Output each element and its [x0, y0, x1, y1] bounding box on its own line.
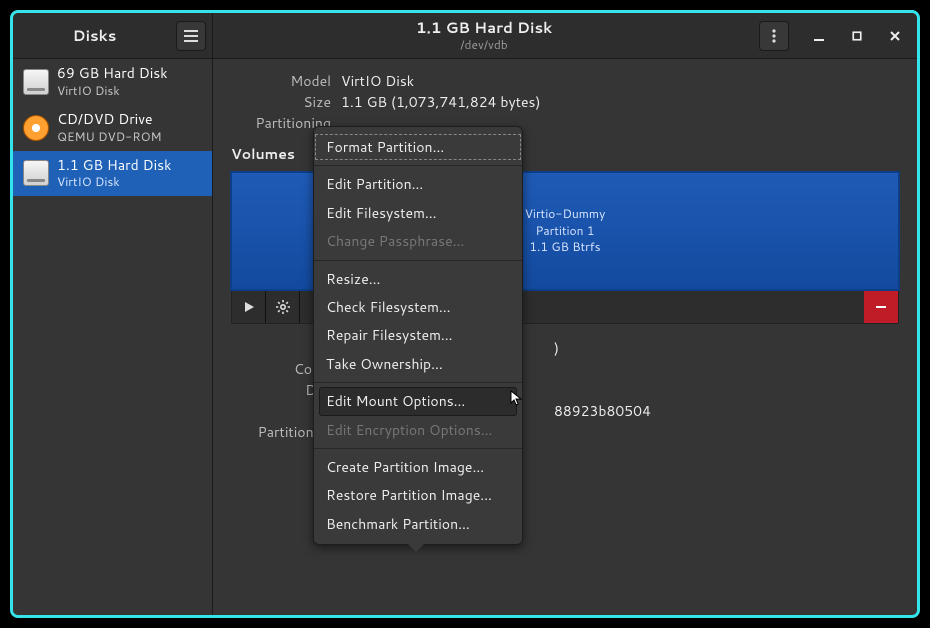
device-name: 69 GB Hard Disk	[57, 65, 168, 82]
menu-separator	[314, 165, 522, 166]
size-label: Size	[231, 92, 331, 113]
minimize-icon	[813, 30, 825, 42]
menu-edit-encryption-options: Edit Encryption Options…	[314, 416, 522, 444]
sidebar-item-cd[interactable]: CD/DVD Drive QEMU DVD-ROM	[13, 105, 212, 151]
maximize-icon	[852, 31, 862, 41]
menu-benchmark-partition[interactable]: Benchmark Partition…	[314, 510, 522, 538]
gear-icon	[276, 300, 290, 314]
device-name: 1.1 GB Hard Disk	[57, 157, 171, 174]
menu-restore-partition-image[interactable]: Restore Partition Image…	[314, 481, 522, 509]
menu-edit-filesystem[interactable]: Edit Filesystem…	[314, 199, 522, 227]
cd-icon	[23, 115, 49, 141]
device-sub: VirtIO Disk	[57, 82, 168, 99]
volume-options-menu: Format Partition… Edit Partition… Edit F…	[313, 126, 523, 545]
disk-properties: Model VirtIO Disk Size 1.1 GB (1,073,741…	[231, 71, 899, 134]
menu-separator	[314, 382, 522, 383]
window: Disks 1.1 GB Hard Disk /dev/vdb	[10, 10, 920, 618]
minus-icon	[875, 301, 887, 313]
delete-partition-button[interactable]	[864, 290, 898, 323]
hard-disk-icon	[23, 160, 49, 186]
window-maximize-button[interactable]	[843, 22, 871, 50]
header-title: 1.1 GB Hard Disk	[213, 18, 755, 38]
device-sub: VirtIO Disk	[57, 173, 171, 190]
volume-options-button[interactable]	[266, 290, 300, 323]
drive-options-button[interactable]	[759, 21, 789, 51]
menu-check-filesystem[interactable]: Check Filesystem…	[314, 293, 522, 321]
menu-create-partition-image[interactable]: Create Partition Image…	[314, 453, 522, 481]
app-title: Disks	[13, 25, 176, 46]
hamburger-menu-button[interactable]	[176, 21, 206, 51]
sidebar-item-disk-1[interactable]: 1.1 GB Hard Disk VirtIO Disk	[13, 151, 212, 197]
hamburger-icon	[184, 30, 198, 42]
menu-take-ownership[interactable]: Take Ownership…	[314, 350, 522, 378]
titlebar-right	[755, 21, 917, 51]
menu-separator	[314, 448, 522, 449]
device-sidebar: 69 GB Hard Disk VirtIO Disk CD/DVD Drive…	[13, 59, 213, 615]
window-close-button[interactable]	[881, 22, 909, 50]
close-icon	[889, 30, 901, 42]
menu-edit-mount-options[interactable]: Edit Mount Options…	[319, 387, 517, 415]
header-subtitle: /dev/vdb	[213, 37, 755, 53]
sidebar-item-disk-0[interactable]: 69 GB Hard Disk VirtIO Disk	[13, 59, 212, 105]
partition-number: Partition 1	[525, 223, 606, 240]
titlebar: Disks 1.1 GB Hard Disk /dev/vdb	[13, 13, 917, 59]
device-sub: QEMU DVD-ROM	[57, 128, 162, 145]
menu-format-partition[interactable]: Format Partition…	[314, 133, 522, 161]
play-icon	[243, 301, 255, 313]
kebab-icon	[772, 29, 776, 43]
menu-repair-filesystem[interactable]: Repair Filesystem…	[314, 321, 522, 349]
model-value: VirtIO Disk	[341, 71, 899, 92]
size-value: 1.1 GB (1,073,741,824 bytes)	[341, 92, 899, 113]
menu-resize[interactable]: Resize…	[314, 265, 522, 293]
menu-separator	[314, 260, 522, 261]
titlebar-left: Disks	[13, 13, 213, 58]
device-name: CD/DVD Drive	[57, 111, 162, 128]
menu-change-passphrase: Change Passphrase…	[314, 227, 522, 255]
partition-fs: 1.1 GB Btrfs	[525, 239, 606, 256]
titlebar-center: 1.1 GB Hard Disk /dev/vdb	[213, 18, 755, 53]
model-label: Model	[231, 71, 331, 92]
mount-button[interactable]	[232, 290, 266, 323]
menu-edit-partition[interactable]: Edit Partition…	[314, 170, 522, 198]
hard-disk-icon	[23, 69, 49, 95]
window-minimize-button[interactable]	[805, 22, 833, 50]
partition-name: Virtio-Dummy	[525, 206, 606, 223]
